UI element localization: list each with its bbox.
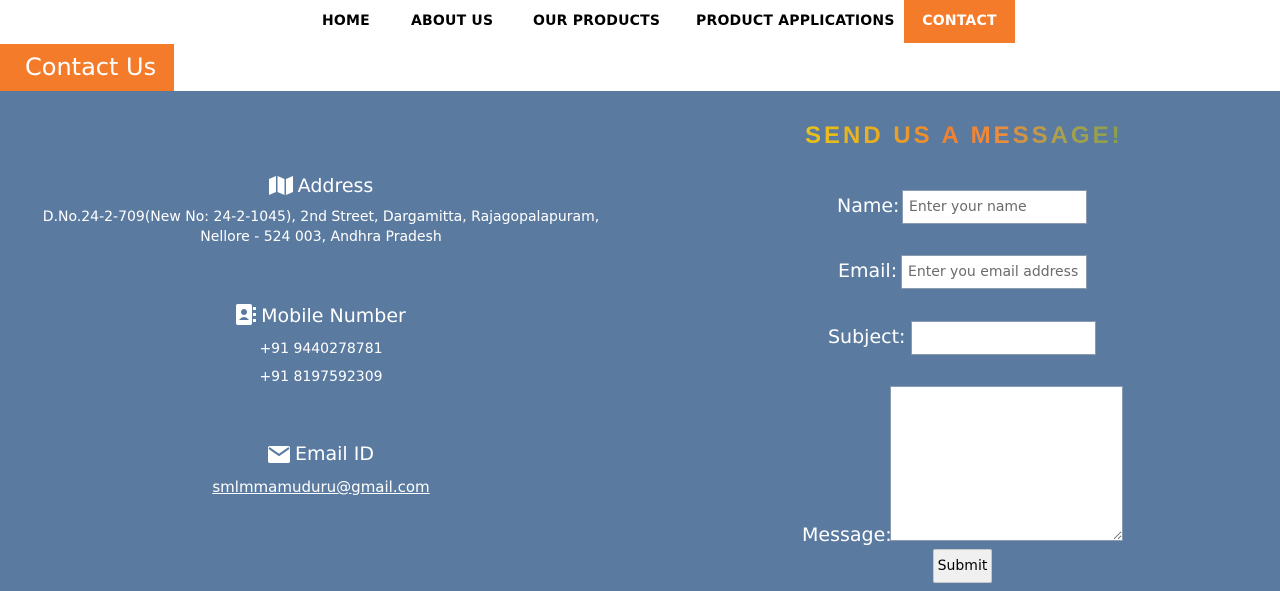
nav-our-products[interactable]: OUR PRODUCTS xyxy=(533,0,660,43)
address-line-1: D.No.24-2-709(New No: 24-2-1045), 2nd St… xyxy=(42,209,600,225)
envelope-icon xyxy=(268,445,290,469)
top-nav: HOME ABOUT US OUR PRODUCTS PRODUCT APPLI… xyxy=(0,0,1280,44)
nav-home[interactable]: HOME xyxy=(322,0,370,43)
mobile-section: Mobile Number +91 9440278781 +91 8197592… xyxy=(0,304,642,387)
nav-product-applications[interactable]: PRODUCT APPLICATIONS xyxy=(696,0,895,43)
email-link[interactable]: smlmmamuduru@gmail.com xyxy=(212,478,429,496)
address-heading: Address xyxy=(0,174,642,201)
page-title: Contact Us xyxy=(0,44,174,91)
email-input[interactable] xyxy=(901,255,1087,289)
subject-label: Subject: xyxy=(828,326,906,348)
submit-button[interactable]: Submit xyxy=(933,549,992,583)
name-label: Name: xyxy=(837,195,900,217)
name-input[interactable] xyxy=(902,190,1087,224)
email-heading-label: Email ID xyxy=(295,443,374,465)
form-title: SEND US A MESSAGE! xyxy=(805,122,1123,149)
address-book-icon xyxy=(236,304,257,331)
map-icon xyxy=(268,176,293,201)
address-line-2: Nellore - 524 003, Andhra Pradesh xyxy=(200,229,442,245)
email-heading: Email ID xyxy=(0,442,642,469)
message-label: Message: xyxy=(802,524,892,546)
subject-input[interactable] xyxy=(911,321,1096,355)
mobile-number-1: +91 9440278781 xyxy=(259,341,383,357)
email-label: Email: xyxy=(838,260,898,282)
address-section: Address D.No.24-2-709(New No: 24-2-1045)… xyxy=(0,174,642,247)
mobile-heading-label: Mobile Number xyxy=(261,305,406,327)
mobile-number-2: +91 8197592309 xyxy=(259,369,383,385)
nav-contact[interactable]: CONTACT xyxy=(904,0,1015,43)
email-section: Email ID smlmmamuduru@gmail.com xyxy=(0,442,642,496)
mobile-heading: Mobile Number xyxy=(0,304,642,331)
message-textarea[interactable] xyxy=(890,386,1123,541)
address-heading-label: Address xyxy=(297,175,374,197)
nav-about-us[interactable]: ABOUT US xyxy=(411,0,493,43)
